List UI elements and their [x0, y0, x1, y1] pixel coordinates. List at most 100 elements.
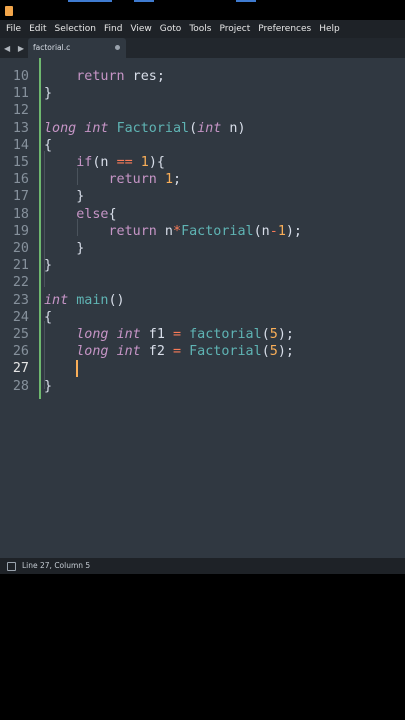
code-token: Factorial [181, 223, 254, 239]
code-token: long [76, 327, 109, 342]
line-number: 24 [12, 309, 29, 325]
code-token: } [44, 258, 53, 274]
code-token: int [116, 344, 141, 360]
code-token: () [108, 292, 125, 308]
code-line[interactable]: 22 [0, 274, 405, 291]
code-token: { [44, 137, 53, 153]
code-line[interactable]: 15 if(n == 1){ [0, 154, 405, 171]
menu-tools[interactable]: Tools [185, 20, 215, 38]
title-bar-accent [236, 0, 256, 2]
code-token: == [116, 155, 133, 170]
code-token: (n [92, 155, 117, 170]
code-token: - [269, 223, 278, 239]
code-line[interactable]: 26 long int f2 = Factorial(5); [0, 343, 405, 360]
menu-find[interactable]: Find [100, 20, 126, 38]
code-line[interactable]: 23 int main() [0, 292, 405, 309]
code-token: f2 [140, 344, 173, 360]
code-line[interactable]: 21} [0, 257, 405, 274]
title-bar-accent [134, 0, 154, 2]
line-number: 28 [12, 378, 29, 394]
code-token: } [44, 189, 85, 205]
code-token: if [76, 155, 93, 170]
app-logo-icon [5, 6, 13, 16]
code-line[interactable]: 20 } [0, 240, 405, 257]
line-number: 26 [12, 344, 29, 360]
code-token: } [44, 86, 53, 102]
menu-file[interactable]: File [0, 20, 25, 38]
code-token: n [156, 223, 173, 239]
tab-prev-icon[interactable]: ◀ [4, 44, 10, 53]
code-token: return [108, 172, 157, 188]
code-token: ); [285, 223, 302, 239]
code-token: n) [221, 120, 246, 136]
code-token: main [76, 292, 109, 308]
menu-preferences[interactable]: Preferences [254, 20, 315, 38]
tab-close-icon[interactable] [115, 45, 120, 50]
code-token: int [116, 327, 141, 342]
code-token: ; [173, 172, 182, 188]
code-line[interactable]: 25 long int f1 = factorial(5); [0, 326, 405, 343]
code-line[interactable]: 11} [0, 85, 405, 102]
code-text: long int f2 = Factorial(5); [44, 343, 294, 360]
code-token: 1 [164, 172, 173, 188]
menu-project[interactable]: Project [215, 20, 254, 38]
code-text: } [44, 378, 52, 395]
panel-toggle-icon[interactable] [7, 562, 16, 571]
code-text: return res; [44, 68, 165, 85]
code-token: int [84, 120, 109, 136]
code-line[interactable]: 18 else{ [0, 206, 405, 223]
line-number: 22 [12, 275, 29, 291]
code-line[interactable]: 10 return res; [0, 68, 405, 85]
line-number: 27 [12, 361, 29, 377]
code-editor[interactable]: 10 return res; 11} 12 13 long int Factorial(… [0, 58, 405, 558]
code-token: } [44, 241, 85, 256]
line-number: 17 [12, 189, 29, 205]
menu-help[interactable]: Help [315, 20, 344, 38]
code-line[interactable]: 12 [0, 102, 405, 119]
code-token: 1 [277, 223, 286, 239]
code-token: 5 [269, 327, 278, 342]
code-line[interactable]: 13 long int Factorial(int n) [0, 120, 405, 137]
code-line[interactable]: 17 } [0, 188, 405, 205]
code-line[interactable]: 16 return 1; [0, 171, 405, 188]
code-token: f1 [140, 327, 173, 342]
text-cursor [76, 360, 78, 378]
code-token: ( [261, 327, 270, 342]
menu-edit[interactable]: Edit [25, 20, 50, 38]
code-token: ){ [148, 155, 165, 170]
code-token: Factorial [189, 344, 262, 360]
code-text: { [44, 309, 52, 326]
menu-selection[interactable]: Selection [51, 20, 100, 38]
code-line[interactable]: 19 return n*Factorial(n-1); [0, 223, 405, 240]
tab-bar: ◀ ▶ factorial.c [0, 38, 405, 58]
line-number: 23 [12, 292, 29, 308]
line-number: 19 [12, 223, 29, 239]
code-line[interactable]: 14 { [0, 137, 405, 154]
line-number: 16 [12, 172, 29, 188]
code-line[interactable]: 27 [0, 360, 405, 378]
code-token: ( [261, 344, 270, 360]
menu-goto[interactable]: Goto [156, 20, 186, 38]
code-text: return 1; [44, 171, 182, 188]
code-line[interactable]: 24 { [0, 309, 405, 326]
tab-label: factorial.c [33, 43, 71, 52]
menu-view[interactable]: View [126, 20, 155, 38]
line-number: 10 [12, 69, 29, 84]
line-number: 18 [12, 206, 29, 222]
line-number: 12 [12, 103, 29, 119]
code-line[interactable]: 28} [0, 378, 405, 395]
tab-factorial[interactable]: factorial.c [28, 38, 126, 58]
code-text: return n*Factorial(n-1); [44, 223, 303, 240]
tab-next-icon[interactable]: ▶ [18, 44, 24, 53]
